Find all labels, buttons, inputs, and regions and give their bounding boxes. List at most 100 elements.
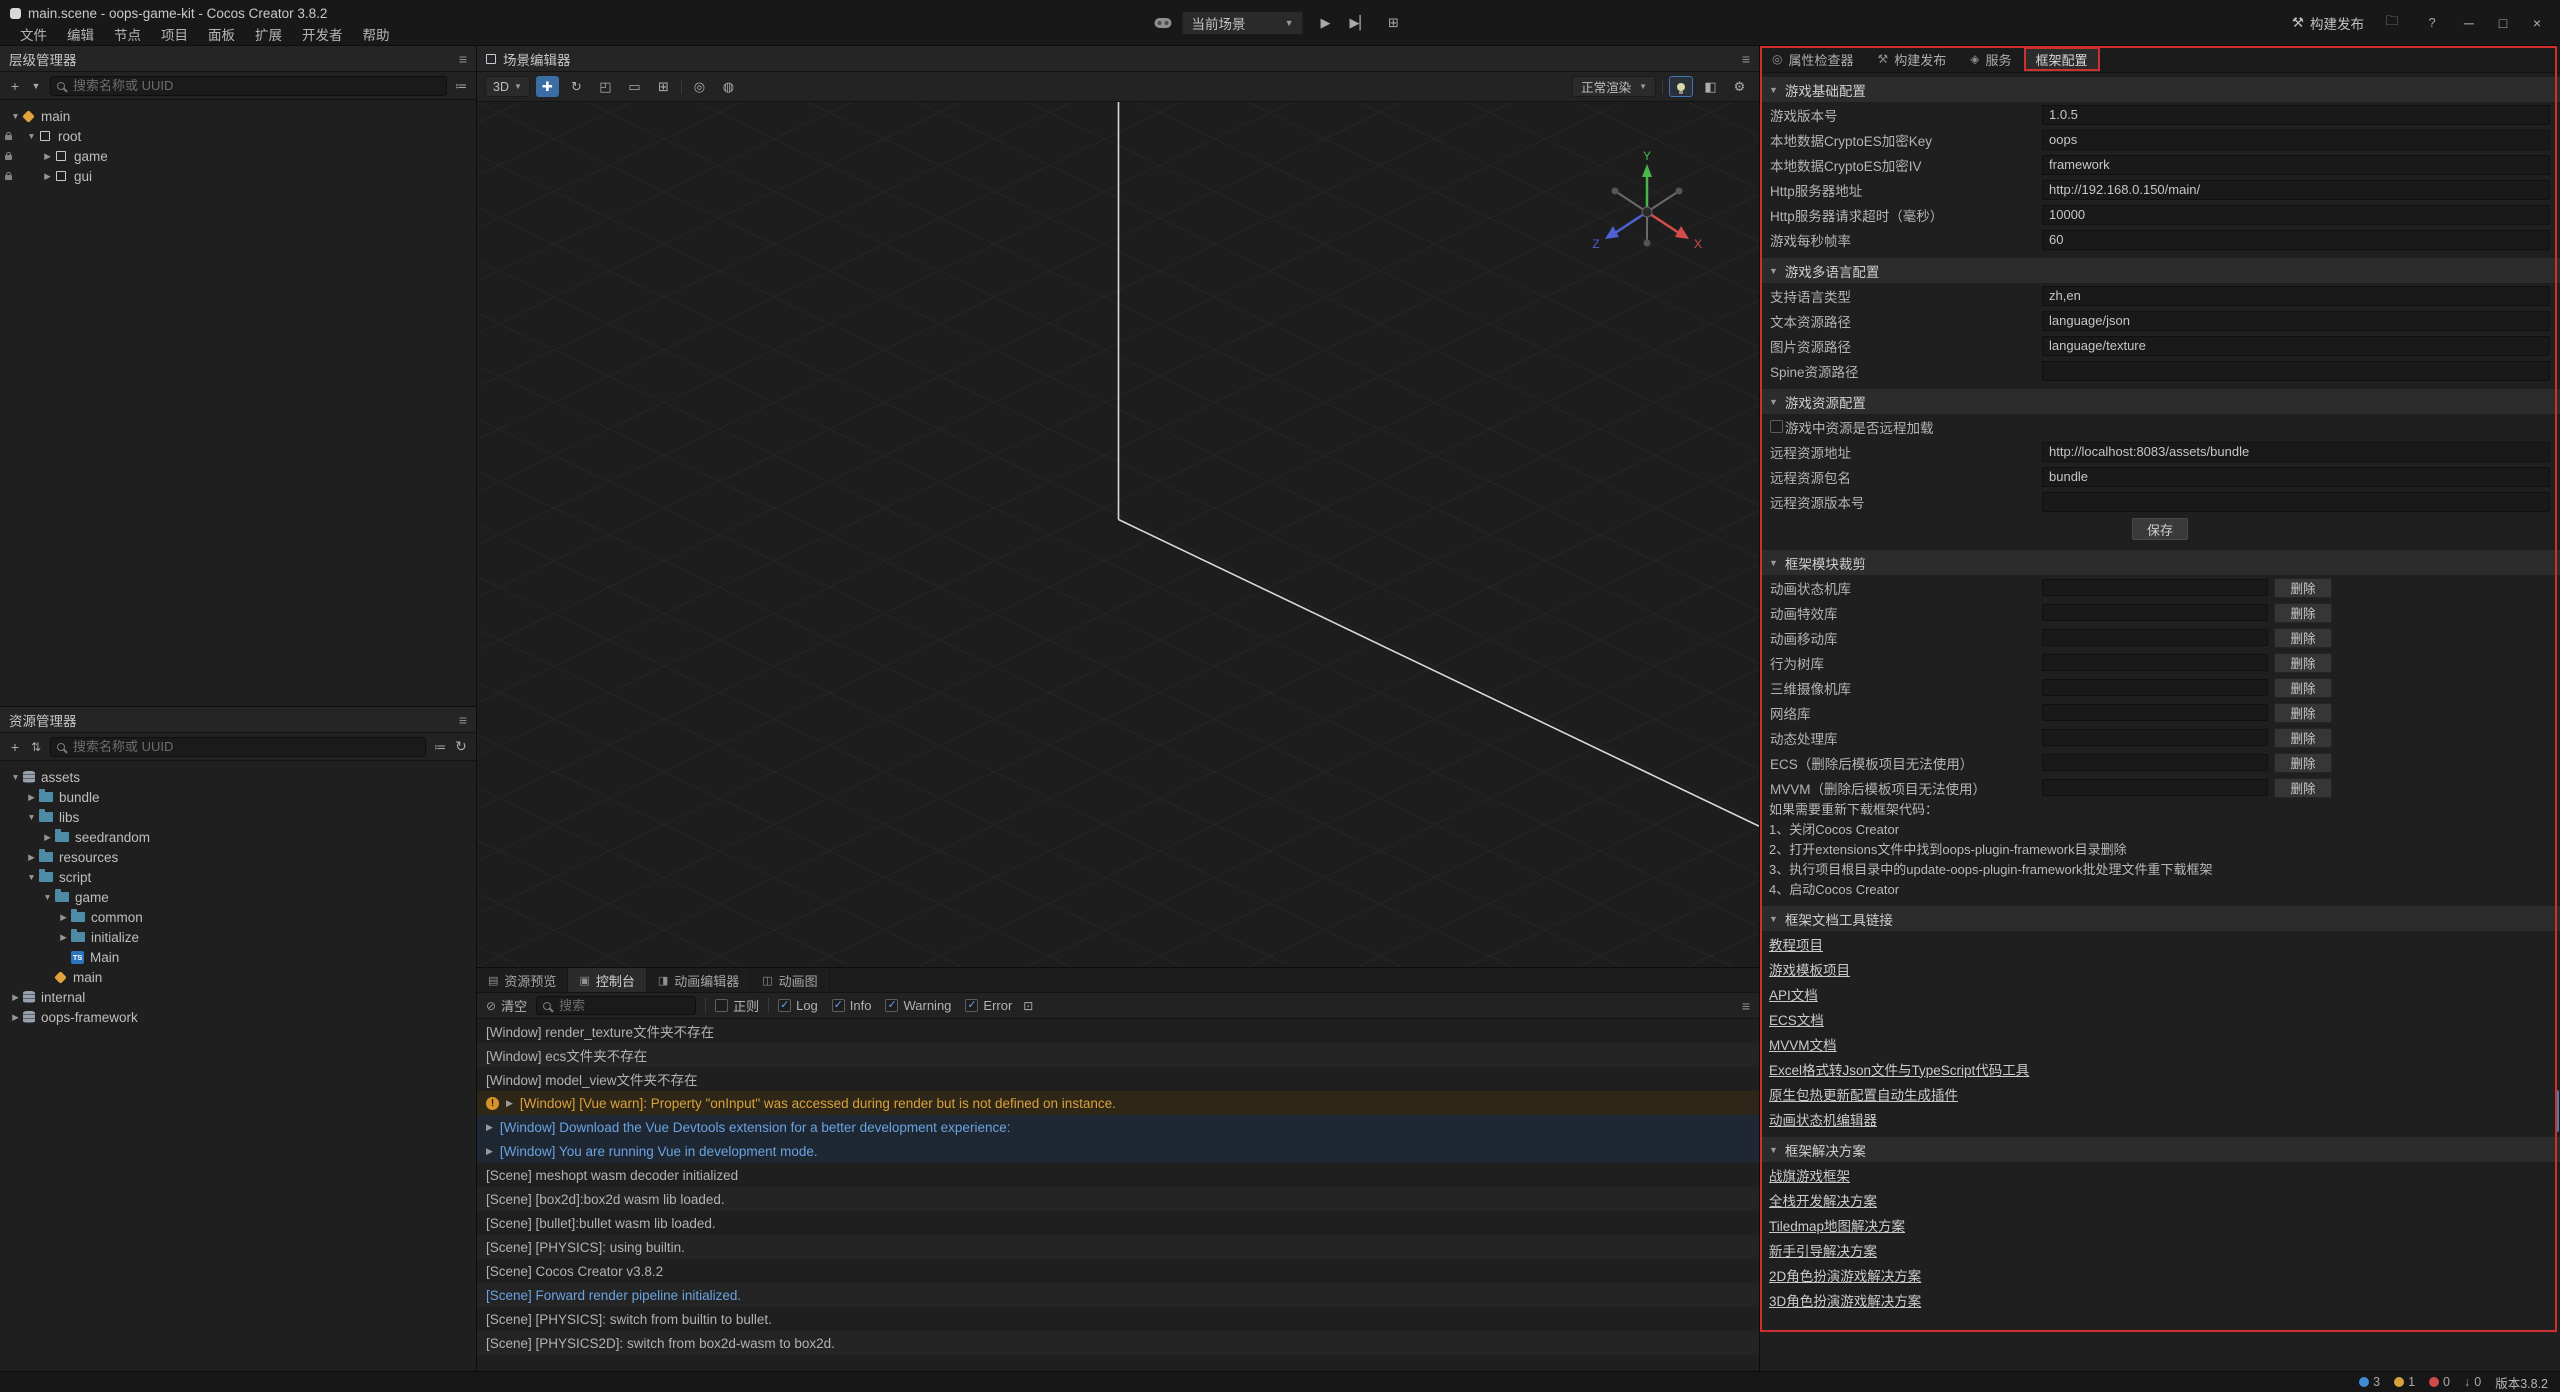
regex-checkbox[interactable] [715,999,728,1012]
refresh-assets-icon[interactable]: ↻ [454,738,468,755]
log-row[interactable]: [Scene] [bullet]:bullet wasm lib loaded. [477,1211,1759,1235]
pivot-toggle-button[interactable]: ◎ [688,76,711,97]
menu-item-3[interactable]: 项目 [151,24,198,44]
delete-module-button[interactable]: 删除 [2274,778,2332,798]
save-button[interactable]: 保存 [2132,518,2188,540]
scene-light-toggle[interactable] [1669,76,1693,97]
expand-arrow[interactable]: ▶ [486,1122,493,1133]
expand-arrow[interactable]: ▶ [486,1146,493,1157]
expand-arrow[interactable]: ▶ [10,992,21,1003]
hierarchy-search[interactable] [50,76,447,96]
expand-arrow[interactable]: ▼ [10,111,21,121]
log-row[interactable]: [Window] render_texture文件夹不存在 [477,1019,1759,1043]
menu-item-6[interactable]: 开发者 [292,24,353,44]
section-header-game-language[interactable]: ▼游戏多语言配置 [1760,258,2560,283]
expand-arrow[interactable]: ▼ [26,812,37,822]
play-button[interactable]: ▶ [1314,11,1338,35]
export-log-icon[interactable]: ⊡ [1021,999,1035,1013]
section-header-framework-modules[interactable]: ▼框架模块裁剪 [1760,550,2560,575]
view-gizmo[interactable]: Y X Z [1587,150,1707,270]
doc-link[interactable]: 动画状态机编辑器 [1769,1109,1877,1129]
doc-link[interactable]: Tiledmap地图解决方案 [1769,1215,1905,1235]
filter-log[interactable]: Log [778,998,818,1013]
section-header-framework-docs[interactable]: ▼框架文档工具链接 [1760,906,2560,931]
move-tool-button[interactable]: ✚ [536,76,559,97]
filter-error[interactable]: Error [965,998,1012,1013]
doc-link[interactable]: ECS文档 [1769,1009,1824,1029]
error-checkbox[interactable] [965,999,978,1012]
delete-module-button[interactable]: 删除 [2274,578,2332,598]
menu-item-0[interactable]: 文件 [10,24,57,44]
regex-toggle[interactable]: 正则 [715,996,759,1015]
log-row[interactable]: ▶[Window] You are running Vue in develop… [477,1139,1759,1163]
doc-link[interactable]: 3D角色扮演游戏解决方案 [1769,1290,1921,1310]
maximize-button[interactable]: □ [2494,15,2512,31]
field-input[interactable] [2042,467,2550,487]
console-search[interactable] [536,996,696,1015]
scale-tool-button[interactable]: ◰ [594,76,617,97]
menu-item-2[interactable]: 节点 [104,24,151,44]
expand-arrow[interactable]: ▶ [42,151,53,162]
remote-load-checkbox[interactable] [1770,420,1783,433]
hierarchy-node-gui[interactable]: ▶gui [0,166,476,186]
expand-arrow[interactable]: ▶ [58,912,69,923]
delete-module-button[interactable]: 删除 [2274,678,2332,698]
scene-viewport[interactable]: Y X Z [477,102,1759,967]
minimize-button[interactable]: ─ [2460,15,2478,31]
doc-link[interactable]: 新手引导解决方案 [1769,1240,1877,1260]
menu-item-7[interactable]: 帮助 [353,24,400,44]
scrollbar-thumb[interactable] [2555,1090,2559,1132]
panel-menu-icon[interactable]: ≡ [459,712,467,728]
menu-item-4[interactable]: 面板 [198,24,245,44]
expand-arrow[interactable]: ▼ [42,892,53,902]
info-checkbox[interactable] [832,999,845,1012]
field-input[interactable] [2042,361,2550,381]
panel-menu-icon[interactable]: ≡ [459,51,467,67]
asset-node-libs[interactable]: ▼libs [0,807,476,827]
section-header-framework-solutions[interactable]: ▼框架解决方案 [1760,1137,2560,1162]
assets-search[interactable] [50,737,426,757]
asset-node-oops-framework[interactable]: ▶oops-framework [0,1007,476,1027]
tab-service[interactable]: ◈服务 [1958,46,2023,72]
field-input[interactable] [2042,105,2550,125]
section-header-game-resource[interactable]: ▼游戏资源配置 [1760,389,2560,414]
current-scene-select[interactable]: 当前场景 ▼ [1182,11,1304,35]
build-publish-button[interactable]: ⚒ 构建发布 [2292,13,2364,33]
filter-info[interactable]: Info [832,998,872,1013]
tab-assets-preview[interactable]: ▤资源预览 [477,968,568,992]
delete-module-button[interactable]: 删除 [2274,753,2332,773]
asset-node-main-scene[interactable]: main [0,967,476,987]
log-row[interactable]: [Scene] [PHYSICS]: switch from builtin t… [477,1307,1759,1331]
menu-item-1[interactable]: 编辑 [57,24,104,44]
log-row[interactable]: [Scene] Forward render pipeline initiali… [477,1283,1759,1307]
hierarchy-search-input[interactable] [71,77,440,94]
3d-mode-button[interactable]: 3D ▼ [485,76,530,97]
section-header-game-basic[interactable]: ▼游戏基础配置 [1760,77,2560,102]
field-input[interactable] [2042,336,2550,356]
console-search-input[interactable] [557,997,689,1014]
help-icon[interactable]: ? [2420,11,2444,35]
gizmo-settings-icon[interactable]: ◧ [1699,76,1722,97]
step-button[interactable]: ▶▏ [1348,11,1372,35]
doc-link[interactable]: MVVM文档 [1769,1034,1837,1054]
expand-arrow[interactable]: ▼ [10,772,21,782]
delete-module-button[interactable]: 删除 [2274,603,2332,623]
open-folder-icon[interactable]: 🗀 [2380,11,2404,35]
log-checkbox[interactable] [778,999,791,1012]
log-row[interactable]: ▶[Window] Download the Vue Devtools exte… [477,1115,1759,1139]
field-input[interactable] [2042,205,2550,225]
sort-assets-icon[interactable]: ⇅ [29,740,43,754]
rotate-tool-button[interactable]: ↻ [565,76,588,97]
doc-link[interactable]: Excel格式转Json文件与TypeScript代码工具 [1769,1059,2029,1079]
menu-item-5[interactable]: 扩展 [245,24,292,44]
log-row[interactable]: !▶[Window] [Vue warn]: Property "onInput… [477,1091,1759,1115]
hierarchy-node-game[interactable]: ▶game [0,146,476,166]
doc-link[interactable]: API文档 [1769,984,1818,1004]
doc-link[interactable]: 游戏模板项目 [1769,959,1850,979]
doc-link[interactable]: 战旗游戏框架 [1769,1165,1850,1185]
doc-link[interactable]: 教程项目 [1769,934,1823,954]
error-count-badge[interactable]: 0 [2429,1375,2450,1389]
delete-module-button[interactable]: 删除 [2274,703,2332,723]
scene-settings-gear-icon[interactable]: ⚙ [1728,76,1751,97]
asset-node-resources[interactable]: ▶resources [0,847,476,867]
